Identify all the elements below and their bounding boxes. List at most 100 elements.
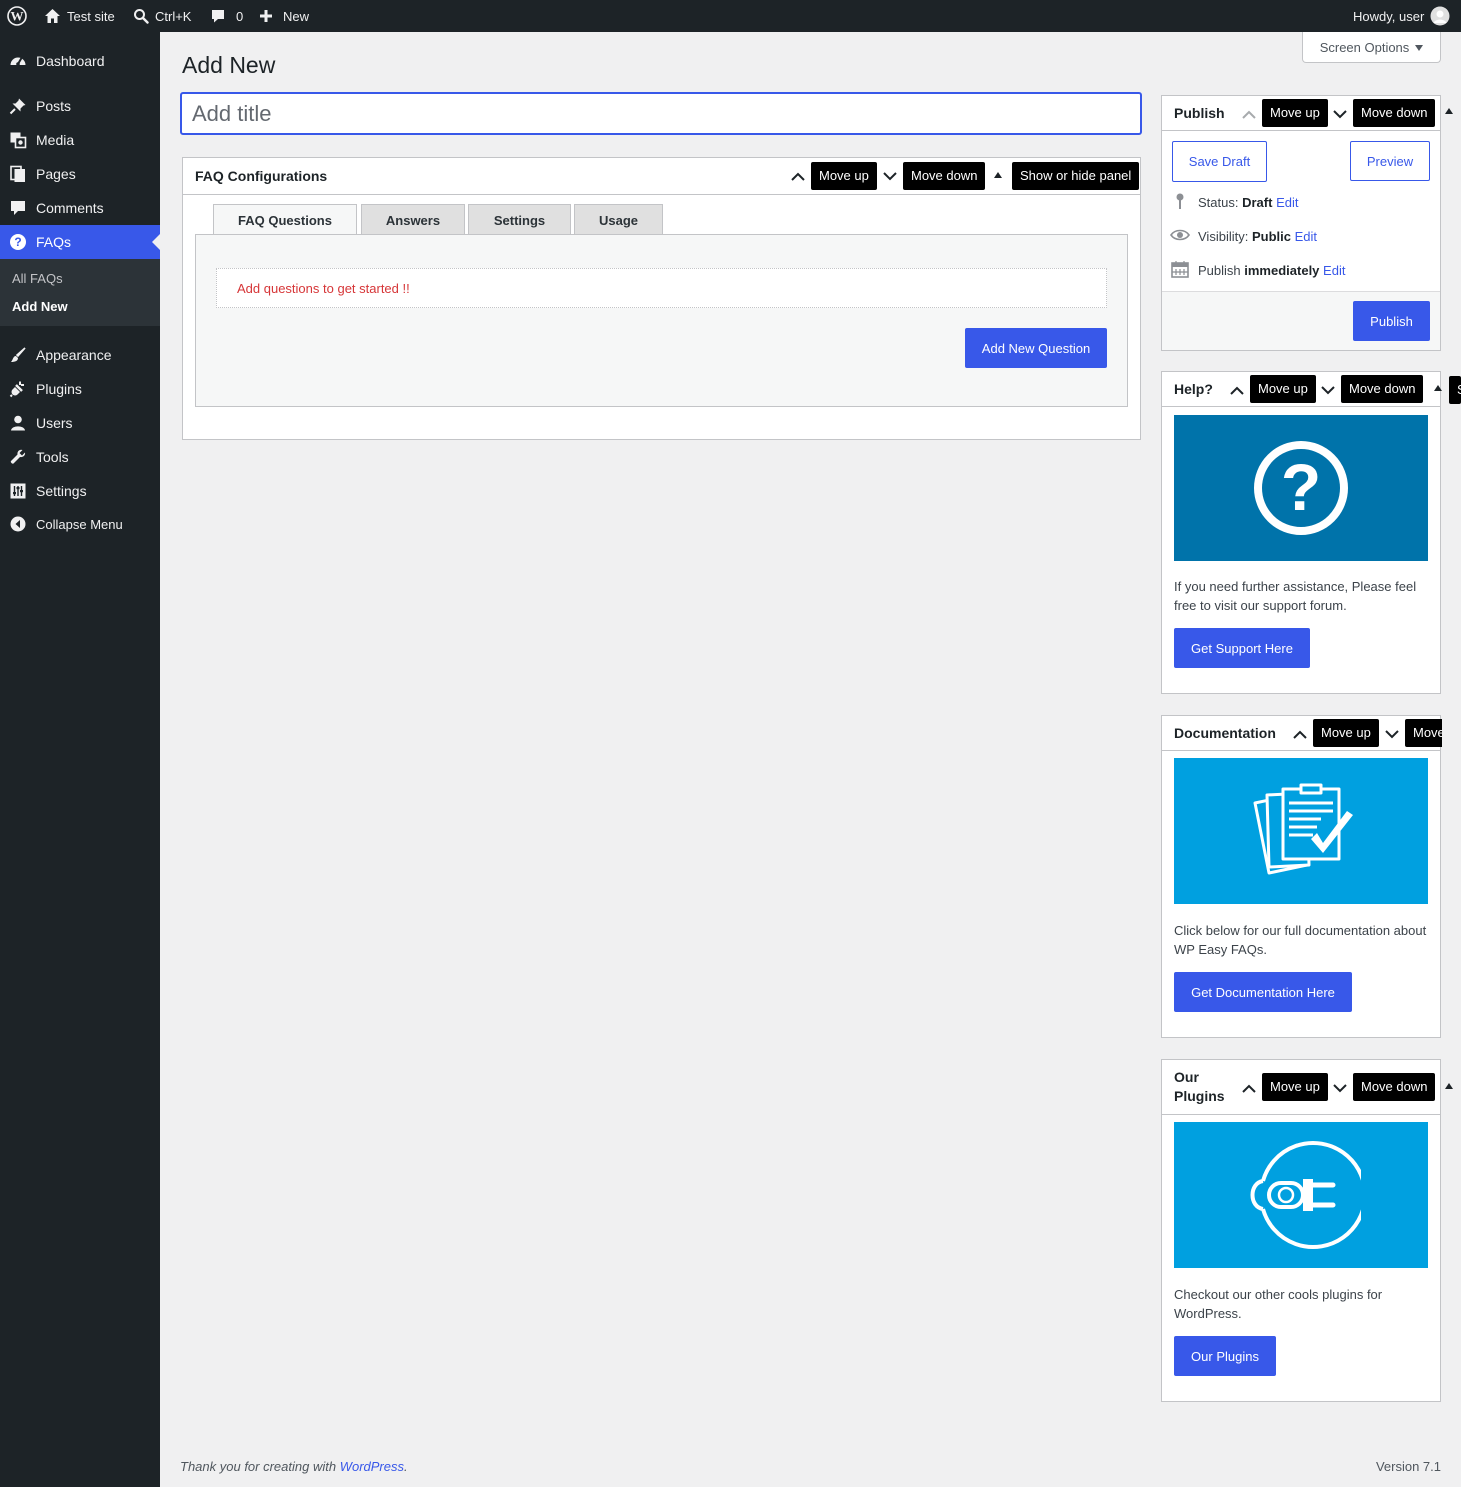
sidebar-item-appearance[interactable]: Appearance [0,338,160,372]
pin-icon [1170,192,1190,213]
new-content-link[interactable]: New [259,0,309,32]
our-plugins-box: Our Plugins Move up Move down Checkout o… [1161,1059,1441,1402]
sidebar-item-faqs[interactable]: ? FAQs [0,225,160,259]
wordpress-logo-icon[interactable]: W [7,0,27,32]
admin-sidebar: Dashboard Posts Media Pages Comments ? F… [0,32,160,1487]
chevron-up-icon[interactable] [1240,1080,1258,1098]
postbox-title: Plugins [1174,1088,1225,1104]
our-plugins-button[interactable]: Our Plugins [1174,1336,1276,1376]
plugins-image [1174,1122,1428,1268]
sidebar-item-label: Comments [36,200,104,216]
help-text: If you need further assistance, Please f… [1174,579,1417,613]
tab-faq-questions[interactable]: FAQ Questions [213,204,357,236]
move-down-tooltip: Move down [1353,99,1436,127]
plug-icon [9,380,27,398]
postbox-title: FAQ Configurations [195,168,328,184]
chevron-up-icon[interactable] [1291,726,1309,744]
sidebar-item-comments[interactable]: Comments [0,191,160,225]
sidebar-item-pages[interactable]: Pages [0,157,160,191]
move-up-tooltip: Move up [1262,1073,1328,1101]
svg-text:?: ? [1281,450,1321,524]
move-down-tooltip: Move do [1405,719,1442,747]
footer-version: Version 7.1 [1375,1459,1441,1474]
publish-button[interactable]: Publish [1353,301,1430,341]
svg-text:W: W [11,9,24,24]
get-support-button[interactable]: Get Support Here [1174,628,1310,668]
collapse-menu-button[interactable]: Collapse Menu [0,507,160,541]
preview-button[interactable]: Preview [1350,141,1430,181]
sliders-icon [9,482,27,500]
chevron-down-icon[interactable] [1331,1079,1349,1097]
edit-schedule-link[interactable]: Edit [1323,263,1345,278]
faqs-submenu: All FAQs Add New [0,259,160,326]
postbox-header: Documentation Move up Move do [1162,716,1442,751]
toggle-arrow-icon[interactable] [1434,385,1442,391]
sidebar-item-dashboard[interactable]: Dashboard [0,44,160,78]
search-icon [133,8,149,24]
empty-questions-notice: Add questions to get started !! [216,268,1107,308]
visibility-label: Visibility: [1198,228,1249,244]
site-name-link[interactable]: Test site [44,0,115,32]
chevron-down-icon[interactable] [1319,381,1337,399]
toggle-arrow-icon[interactable] [1445,1083,1453,1089]
new-label: New [283,8,310,24]
sidebar-item-label: Pages [36,166,76,182]
sidebar-item-tools[interactable]: Tools [0,440,160,474]
toggle-panel-tooltip: Show or hide panel [1012,162,1140,190]
sidebar-item-label: Appearance [36,347,112,363]
submenu-add-new[interactable]: Add New [12,299,68,314]
wordpress-link[interactable]: WordPress [340,1459,404,1474]
search-shortcut[interactable]: Ctrl+K [133,0,191,32]
sidebar-item-settings[interactable]: Settings [0,474,160,508]
account-menu[interactable]: Howdy, user [1353,0,1450,32]
documentation-text: Click below for our full documentation a… [1174,923,1427,957]
add-new-question-button[interactable]: Add New Question [965,328,1107,368]
brush-icon [9,346,27,364]
toggle-arrow-icon[interactable] [1445,108,1453,114]
sidebar-item-label: Posts [36,98,72,114]
edit-visibility-link[interactable]: Edit [1295,229,1317,244]
eye-icon [1170,226,1190,247]
edit-status-link[interactable]: Edit [1276,195,1298,210]
tab-usage[interactable]: Usage [574,204,663,235]
post-title-input[interactable] [180,92,1142,135]
save-draft-button[interactable]: Save Draft [1172,141,1267,182]
move-down-tooltip: Move down [1353,1073,1436,1101]
sidebar-item-media[interactable]: Media [0,123,160,157]
get-documentation-button[interactable]: Get Documentation Here [1174,972,1352,1012]
chevron-up-icon[interactable] [1228,382,1246,400]
sidebar-item-label: Settings [36,483,87,499]
calendar-icon [1170,260,1190,281]
home-icon [44,8,61,24]
admin-bar: W Test site Ctrl+K 0 New Howdy, user [0,0,1461,32]
caret-down-icon [1415,45,1424,51]
publish-box: Publish Move up Move down Save Draft Pre… [1161,95,1441,351]
publish-actions: Publish [1162,291,1440,350]
help-box: Help? Move up Move down ? If you need fu… [1161,371,1441,694]
tab-settings[interactable]: Settings [468,204,571,235]
screen-options-label: Screen Options [1319,39,1410,55]
comments-link[interactable]: 0 [210,0,243,32]
schedule-value: immediately [1244,262,1320,278]
chevron-down-icon[interactable] [1383,725,1401,743]
sidebar-item-posts[interactable]: Posts [0,89,160,123]
chevron-up-icon[interactable] [1240,106,1258,124]
tab-answers[interactable]: Answers [361,204,465,235]
sidebar-item-label: Collapse Menu [36,516,123,532]
chevron-up-icon[interactable] [789,168,807,186]
screen-options-button[interactable]: Screen Options [1302,32,1441,63]
submenu-all-faqs[interactable]: All FAQs [12,271,63,286]
documentation-image [1174,758,1428,904]
sidebar-item-users[interactable]: Users [0,406,160,440]
chevron-down-icon[interactable] [1331,105,1349,123]
chevron-down-icon[interactable] [881,167,899,185]
postbox-header: FAQ Configurations Move up Move down Sho… [183,158,1140,195]
sidebar-item-plugins[interactable]: Plugins [0,372,160,406]
toggle-arrow-icon[interactable] [994,172,1002,178]
status-value: Draft [1242,194,1273,210]
main-content: Screen Options Add New FAQ Configuration… [160,32,1461,1487]
documents-check-icon [1253,783,1353,875]
plugins-text: Checkout our other cools plugins for Wor… [1174,1287,1383,1321]
move-up-tooltip: Move up [1313,719,1379,747]
move-up-tooltip: Move up [1262,99,1328,127]
